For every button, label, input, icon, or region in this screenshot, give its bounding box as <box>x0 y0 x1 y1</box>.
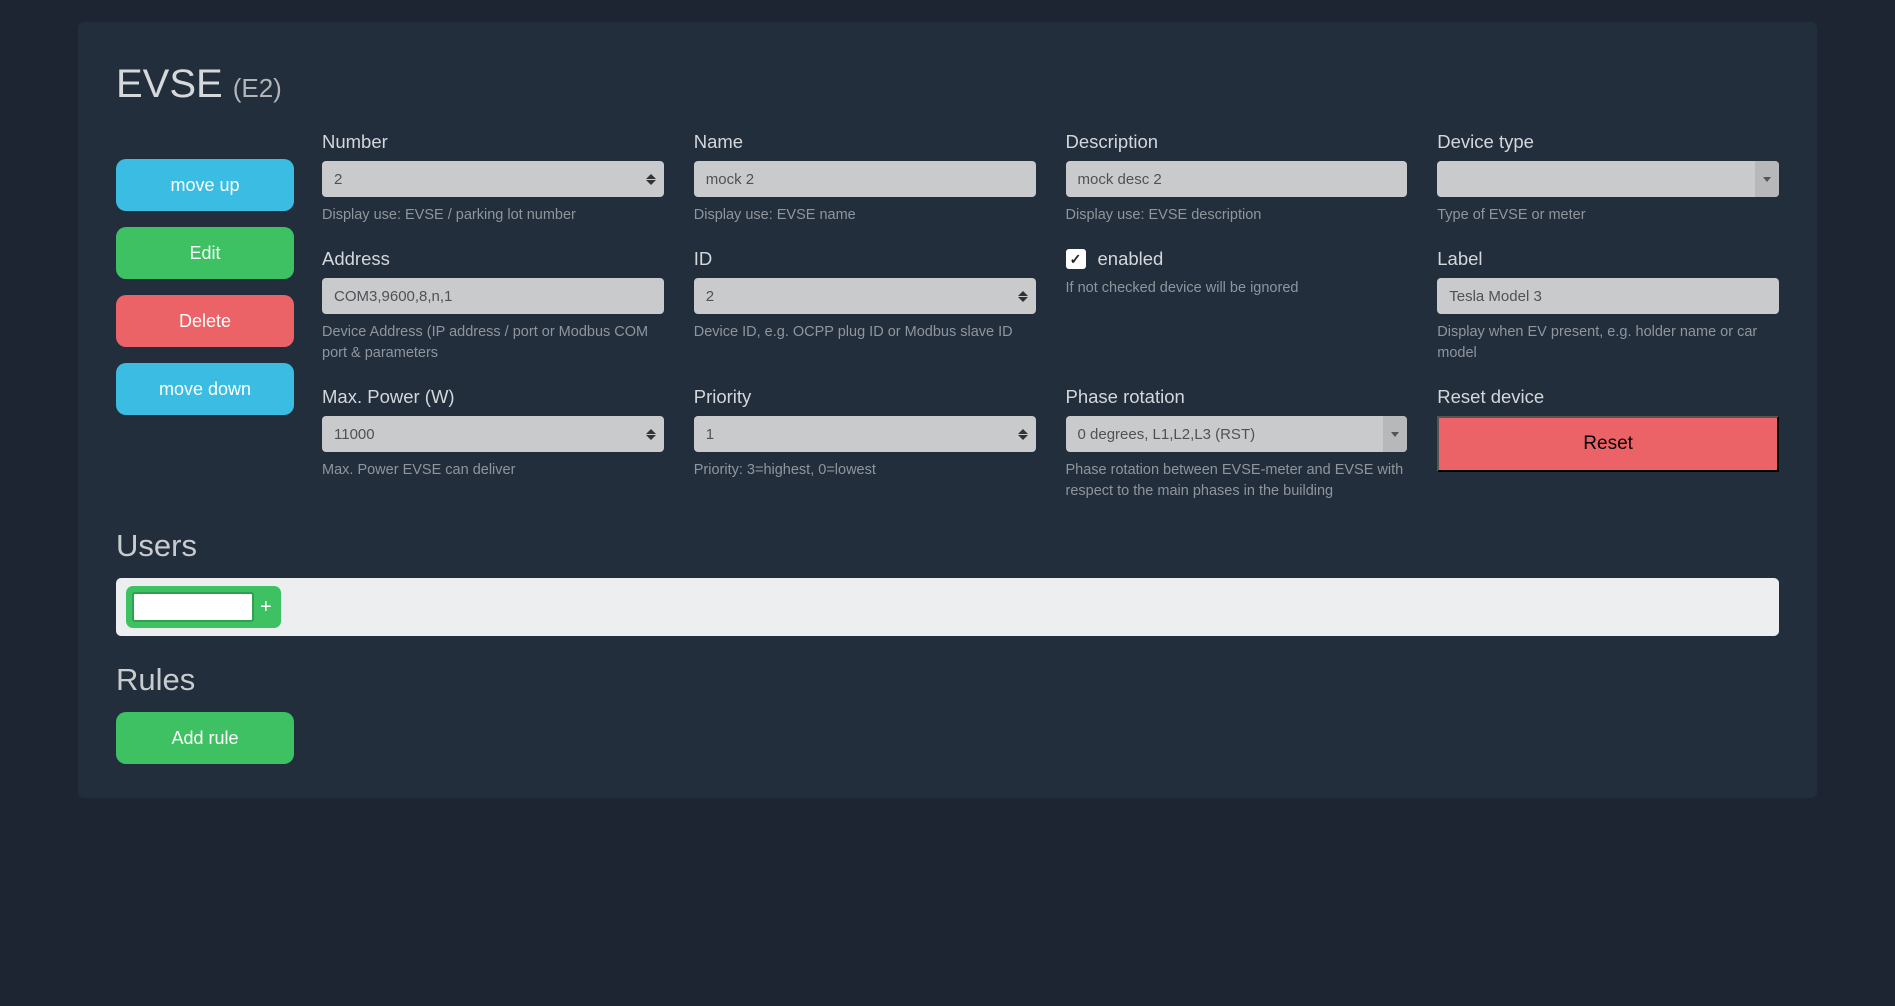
spinner-icon[interactable] <box>1014 420 1032 448</box>
evse-card: EVSE (E2) move up Edit Delete move down … <box>78 22 1817 798</box>
enabled-checkbox-row[interactable]: ✓ enabled <box>1066 248 1408 270</box>
check-icon: ✓ <box>1070 251 1082 268</box>
chevron-down-icon[interactable] <box>1383 416 1407 452</box>
phase-rotation-select-wrap <box>1066 416 1408 452</box>
page-subtitle: (E2) <box>233 73 282 104</box>
plus-icon[interactable]: + <box>258 596 274 619</box>
id-input-wrap <box>694 278 1036 314</box>
max-power-input-wrap <box>322 416 664 452</box>
field-reset: Reset device Reset <box>1437 386 1779 502</box>
address-input[interactable] <box>322 278 664 314</box>
field-description: Description Display use: EVSE descriptio… <box>1066 131 1408 226</box>
field-address: Address Device Address (IP address / por… <box>322 248 664 364</box>
description-input[interactable] <box>1066 161 1408 197</box>
user-add-input[interactable] <box>132 592 254 622</box>
max-power-input[interactable] <box>322 416 664 452</box>
label-name: Name <box>694 131 1036 153</box>
label-id: ID <box>694 248 1036 270</box>
move-down-button[interactable]: move down <box>116 363 294 415</box>
label-priority: Priority <box>694 386 1036 408</box>
device-type-select[interactable] <box>1437 161 1779 197</box>
users-bar: + <box>116 578 1779 636</box>
add-rule-button[interactable]: Add rule <box>116 712 294 764</box>
phase-rotation-select[interactable] <box>1066 416 1408 452</box>
name-input[interactable] <box>694 161 1036 197</box>
main-layout: move up Edit Delete move down Number Dis… <box>116 131 1779 502</box>
header: EVSE (E2) <box>116 62 1779 107</box>
priority-input[interactable] <box>694 416 1036 452</box>
field-number: Number Display use: EVSE / parking lot n… <box>322 131 664 226</box>
field-label: Label Display when EV present, e.g. hold… <box>1437 248 1779 364</box>
help-number: Display use: EVSE / parking lot number <box>322 205 664 226</box>
help-priority: Priority: 3=highest, 0=lowest <box>694 460 1036 481</box>
edit-button[interactable]: Edit <box>116 227 294 279</box>
help-max-power: Max. Power EVSE can deliver <box>322 460 664 481</box>
label-max-power: Max. Power (W) <box>322 386 664 408</box>
field-enabled: ✓ enabled If not checked device will be … <box>1066 248 1408 364</box>
help-name: Display use: EVSE name <box>694 205 1036 226</box>
help-address: Device Address (IP address / port or Mod… <box>322 322 664 364</box>
label-reset: Reset device <box>1437 386 1779 408</box>
label-enabled: enabled <box>1098 248 1164 270</box>
field-name: Name Display use: EVSE name <box>694 131 1036 226</box>
label-input[interactable] <box>1437 278 1779 314</box>
label-label: Label <box>1437 248 1779 270</box>
field-phase-rotation: Phase rotation Phase rotation between EV… <box>1066 386 1408 502</box>
help-device-type: Type of EVSE or meter <box>1437 205 1779 226</box>
label-address: Address <box>322 248 664 270</box>
help-phase-rotation: Phase rotation between EVSE-meter and EV… <box>1066 460 1408 502</box>
sidebar: move up Edit Delete move down <box>116 131 294 502</box>
field-max-power: Max. Power (W) Max. Power EVSE can deliv… <box>322 386 664 502</box>
delete-button[interactable]: Delete <box>116 295 294 347</box>
rules-title: Rules <box>116 662 1779 698</box>
help-id: Device ID, e.g. OCPP plug ID or Modbus s… <box>694 322 1036 343</box>
field-device-type: Device type Type of EVSE or meter <box>1437 131 1779 226</box>
label-phase-rotation: Phase rotation <box>1066 386 1408 408</box>
number-input-wrap <box>322 161 664 197</box>
id-input[interactable] <box>694 278 1036 314</box>
label-number: Number <box>322 131 664 153</box>
field-id: ID Device ID, e.g. OCPP plug ID or Modbu… <box>694 248 1036 364</box>
move-up-button[interactable]: move up <box>116 159 294 211</box>
label-device-type: Device type <box>1437 131 1779 153</box>
page-title: EVSE <box>116 62 223 107</box>
form-grid: Number Display use: EVSE / parking lot n… <box>322 131 1779 502</box>
help-enabled: If not checked device will be ignored <box>1066 278 1408 299</box>
users-title: Users <box>116 528 1779 564</box>
help-description: Display use: EVSE description <box>1066 205 1408 226</box>
field-priority: Priority Priority: 3=highest, 0=lowest <box>694 386 1036 502</box>
priority-input-wrap <box>694 416 1036 452</box>
help-label: Display when EV present, e.g. holder nam… <box>1437 322 1779 364</box>
reset-button[interactable]: Reset <box>1437 416 1779 472</box>
user-add-widget: + <box>126 586 281 628</box>
chevron-down-icon[interactable] <box>1755 161 1779 197</box>
label-description: Description <box>1066 131 1408 153</box>
spinner-icon[interactable] <box>1014 282 1032 310</box>
spinner-icon[interactable] <box>642 420 660 448</box>
number-input[interactable] <box>322 161 664 197</box>
spinner-icon[interactable] <box>642 165 660 193</box>
enabled-checkbox[interactable]: ✓ <box>1066 249 1086 269</box>
device-type-select-wrap <box>1437 161 1779 197</box>
